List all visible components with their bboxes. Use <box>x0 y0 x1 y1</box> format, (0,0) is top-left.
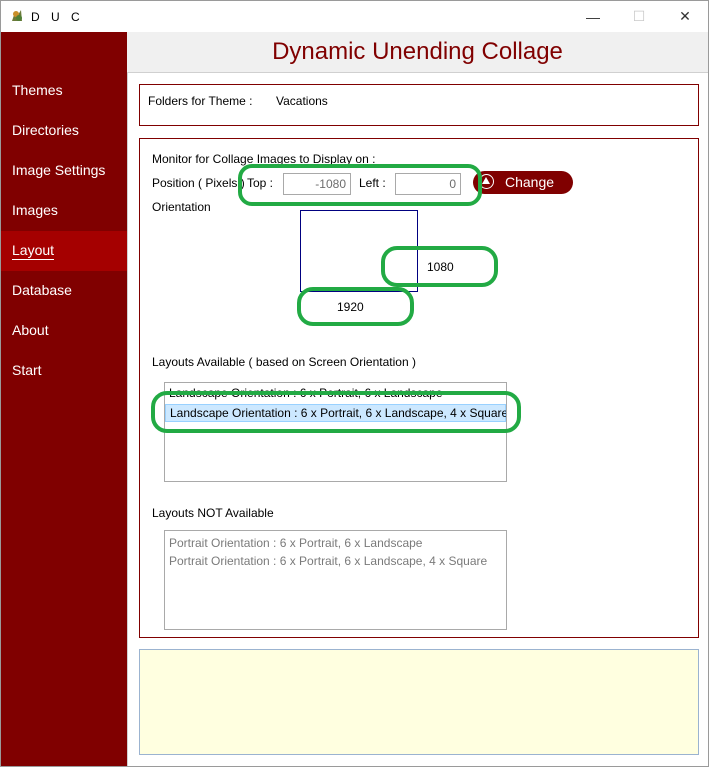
sidebar-item-directories[interactable]: Directories <box>1 110 127 150</box>
layouts-not-available-heading: Layouts NOT Available <box>152 506 274 520</box>
sidebar-nav: Themes Directories Image Settings Images… <box>1 32 127 766</box>
theme-value: Vacations <box>276 94 328 108</box>
sidebar-item-label: Database <box>12 282 72 298</box>
sidebar-item-label: Layout <box>12 242 55 260</box>
sidebar-item-label: Start <box>12 362 42 378</box>
app-logo-icon <box>12 10 22 21</box>
close-button[interactable]: ✕ <box>662 1 708 32</box>
sidebar-item-image-settings[interactable]: Image Settings <box>1 150 127 190</box>
highlight-position-fields <box>238 164 482 206</box>
highlight-height-value <box>381 246 498 287</box>
list-item: Portrait Orientation : 6 x Portrait, 6 x… <box>169 554 488 568</box>
page-title: Dynamic Unending Collage <box>272 38 563 65</box>
sidebar-item-label: Directories <box>12 122 79 138</box>
sidebar-item-database[interactable]: Database <box>1 270 127 310</box>
layouts-not-available-list: Portrait Orientation : 6 x Portrait, 6 x… <box>164 530 507 630</box>
page-header: Dynamic Unending Collage <box>127 32 708 72</box>
position-label: Position ( Pixels ) <box>152 176 245 190</box>
title-bar[interactable]: D U C — ☐ ✕ <box>1 1 708 32</box>
theme-label: Folders for Theme : <box>148 94 253 108</box>
layouts-available-heading: Layouts Available ( based on Screen Orie… <box>152 355 416 369</box>
app-window: D U C — ☐ ✕ Themes Directories Image Set… <box>0 0 709 767</box>
maximize-button[interactable]: ☐ <box>616 1 662 32</box>
sidebar-item-images[interactable]: Images <box>1 190 127 230</box>
sidebar-item-label: Themes <box>12 82 63 98</box>
sidebar-item-themes[interactable]: Themes <box>1 70 127 110</box>
orientation-label: Orientation <box>152 200 211 214</box>
highlight-selected-layout <box>151 391 521 433</box>
change-monitor-button[interactable]: Change <box>473 171 573 194</box>
highlight-width-value <box>297 287 414 326</box>
change-button-label: Change <box>505 174 555 190</box>
sidebar-item-label: Images <box>12 202 58 218</box>
list-item: Portrait Orientation : 6 x Portrait, 6 x… <box>169 536 423 550</box>
sidebar-item-label: Image Settings <box>12 162 106 178</box>
info-panel <box>139 649 699 755</box>
sidebar-item-about[interactable]: About <box>1 310 127 350</box>
sidebar-item-start[interactable]: Start <box>1 350 127 390</box>
window-title: D U C <box>31 10 84 24</box>
sidebar-item-label: About <box>12 322 49 338</box>
sidebar-item-layout[interactable]: Layout <box>1 231 127 271</box>
minimize-button[interactable]: — <box>570 1 616 32</box>
